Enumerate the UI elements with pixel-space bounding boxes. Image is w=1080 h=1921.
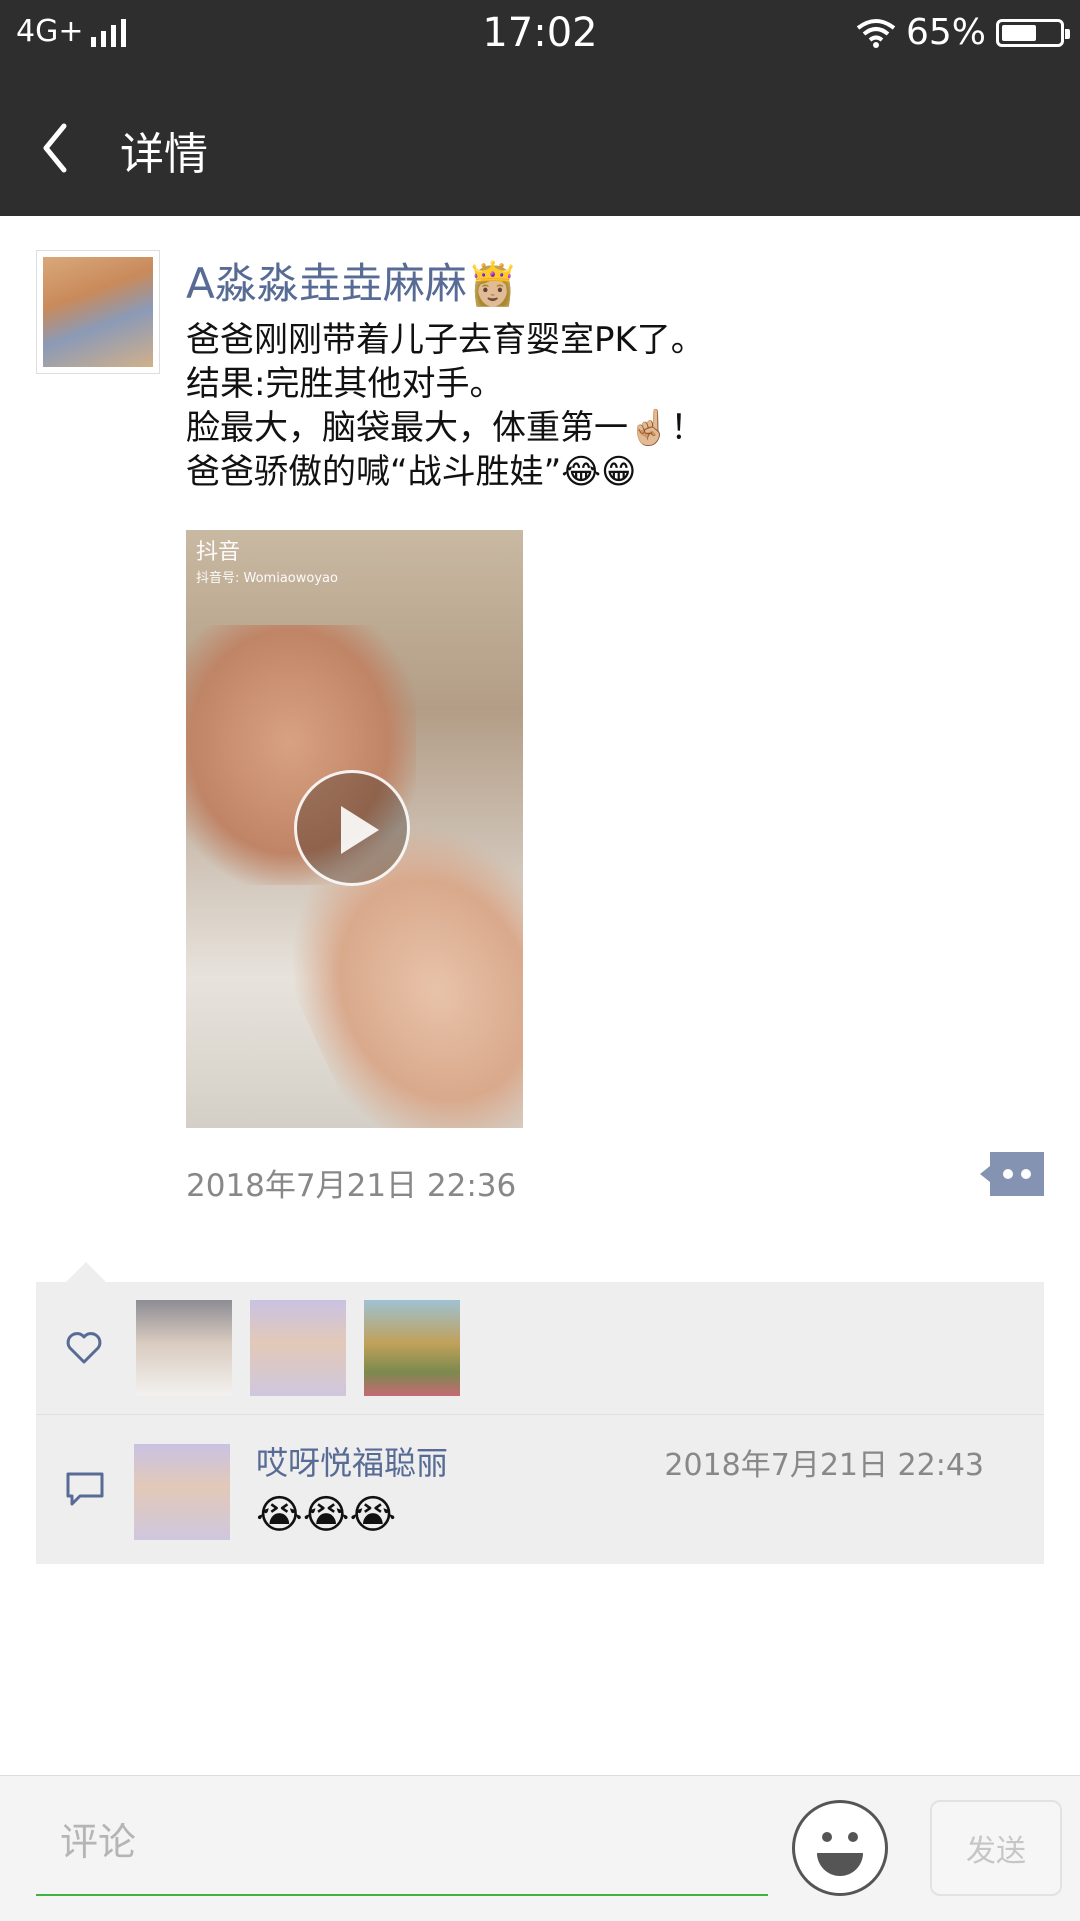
video-thumbnail[interactable]: 抖音 抖音号: Womiaowoyao [186,530,523,1128]
more-dots-icon [980,1152,1044,1196]
page-title: 详情 [120,129,208,180]
post-text: 爸爸刚刚带着儿子去育婴室PK了。 结果:完胜其他对手。 脸最大，脑袋最大，体重第… [186,318,705,494]
back-button[interactable] [34,112,94,182]
status-bar: 4G+ 17:02 65% [0,0,1080,74]
input-underline [36,1894,768,1896]
post-text-line: 结果:完胜其他对手。 [186,364,504,404]
post-text-line: 爸爸刚刚带着儿子去育婴室PK了。 [186,320,705,360]
liker-avatar[interactable] [136,1300,232,1396]
status-right: 65% [856,12,1070,53]
comment-input[interactable] [36,1812,768,1872]
post-text-line: 脸最大，脑袋最大，体重第一☝🏼！ [186,408,705,448]
commenter-avatar[interactable] [134,1444,230,1540]
wifi-icon [856,18,896,48]
social-box-pointer [66,1262,106,1282]
author-name[interactable]: A淼淼垚垚麻麻👸🏼 [186,250,519,311]
smiley-icon [817,1832,863,1876]
social-box: 哎呀悦福聪丽 2018年7月21日 22:43 😭😭😭 [36,1282,1044,1564]
video-watermark: 抖音 抖音号: Womiaowoyao [196,540,338,592]
avatar-image [43,257,153,367]
commenter-name[interactable]: 哎呀悦福聪丽 [256,1438,448,1484]
play-button[interactable] [294,770,410,886]
battery-fill [1002,24,1037,41]
author-avatar[interactable] [36,250,160,374]
liker-avatar[interactable] [250,1300,346,1396]
watermark-logo: 抖音 [196,540,241,565]
likes-row [36,1282,1044,1415]
battery-icon [996,18,1070,47]
emoji-button[interactable] [792,1800,888,1896]
comment-text: 😭😭😭 [256,1492,397,1538]
nav-bar: 详情 [0,74,1080,216]
heart-icon [66,1332,102,1364]
watermark-id: 抖音号: Womiaowoyao [196,571,338,586]
more-actions-button[interactable] [978,1152,1044,1196]
comment-input-bar: 发送 [0,1775,1080,1921]
back-arrow-icon [43,123,67,173]
comment-icon [66,1472,104,1506]
post-timestamp: 2018年7月21日 22:36 [186,1168,517,1204]
comment-timestamp: 2018年7月21日 22:43 [664,1448,984,1483]
liker-avatar[interactable] [364,1300,460,1396]
send-button[interactable]: 发送 [930,1800,1062,1896]
battery-percent: 65% [905,12,986,53]
post-text-line: 爸爸骄傲的喊“战斗胜娃”😂😁 [186,452,637,492]
